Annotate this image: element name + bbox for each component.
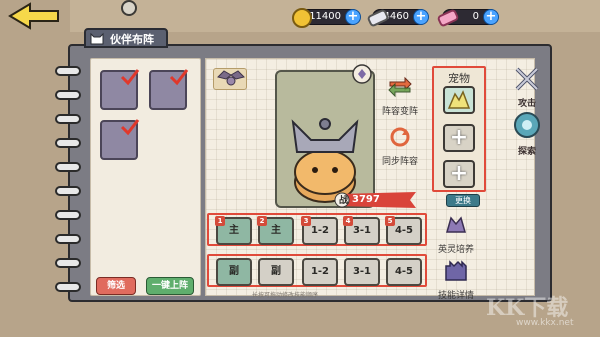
slot-label: 1-2 xyxy=(310,266,330,277)
binder-ring xyxy=(55,258,81,268)
castle-icon xyxy=(445,260,467,281)
add-gold-button[interactable]: + xyxy=(345,9,361,25)
slot-label: 主 xyxy=(229,225,239,236)
auto-deploy-button[interactable]: 一键上阵 xyxy=(146,277,194,295)
sub-slot-5[interactable]: 4-5 xyxy=(386,258,422,286)
decor-icon xyxy=(121,0,137,16)
check-icon xyxy=(120,69,140,86)
tab-explore[interactable]: 探索 xyxy=(508,110,546,157)
check-icon xyxy=(169,69,189,86)
slot-label: 4-5 xyxy=(394,266,414,277)
filter-button[interactable]: 筛选 xyxy=(96,277,136,295)
crossed-swords-icon xyxy=(515,67,539,91)
slot-label: 副 xyxy=(229,266,239,277)
formation-change-label: 阵容变阵 xyxy=(381,107,418,117)
roster-card[interactable] xyxy=(149,69,189,110)
sync-formation-label: 同步阵容 xyxy=(381,157,418,167)
formation-change-action[interactable]: 阵容变阵 xyxy=(380,76,420,117)
main-slot-1[interactable]: 1 主 xyxy=(215,216,252,245)
add-ticket-button[interactable]: + xyxy=(413,9,429,25)
roster-card[interactable] xyxy=(100,119,140,160)
add-pet-icon: + xyxy=(449,125,469,150)
slot-number: 1 xyxy=(215,216,225,226)
slot-label: 3-1 xyxy=(352,266,372,277)
slot-number: 5 xyxy=(385,216,395,226)
ticket-icon xyxy=(367,9,389,27)
slot-number: 3 xyxy=(301,216,311,226)
cat-helmet-character xyxy=(291,118,359,203)
slot-label: 1-2 xyxy=(310,225,330,236)
pet-title: 宠物 xyxy=(448,72,470,85)
slot-label: 主 xyxy=(271,225,281,236)
check-icon xyxy=(120,119,140,136)
shuffle-icon xyxy=(388,76,412,98)
gold-currency: 11400 + xyxy=(292,8,361,28)
main-slot-4[interactable]: 4 3-1 xyxy=(343,216,380,245)
main-slot-5[interactable]: 5 4-5 xyxy=(385,216,422,245)
skill-detail-label: 技能详情 xyxy=(437,291,474,301)
slot-number: 4 xyxy=(343,216,353,226)
roster-card[interactable] xyxy=(100,69,140,110)
pet-slot-filled[interactable] xyxy=(443,86,475,114)
ticket-currency: 34460 + xyxy=(367,9,429,27)
back-arrow-icon[interactable] xyxy=(4,0,66,32)
sub-slot-1[interactable]: 副 xyxy=(216,258,252,286)
faction-emblem xyxy=(213,68,247,90)
wings-icon xyxy=(217,70,245,86)
watermark-url: www.kkx.net xyxy=(516,318,574,328)
power-label: 战 xyxy=(339,196,349,206)
binder-ring xyxy=(55,210,81,220)
switch-character-icon[interactable] xyxy=(352,64,372,84)
character-card[interactable] xyxy=(275,70,375,208)
power-value: 3797 xyxy=(352,194,380,205)
hero-icon xyxy=(446,216,466,233)
pet-slot-empty[interactable]: + xyxy=(443,160,475,188)
binder-ring xyxy=(55,282,81,292)
slot-label: 副 xyxy=(271,266,281,277)
hero-cultivate-action[interactable]: 英灵培养 xyxy=(436,214,476,255)
binder-ring xyxy=(55,234,81,244)
binder-ring xyxy=(55,162,81,172)
slot-number: 2 xyxy=(257,216,267,226)
slot-label: 4-5 xyxy=(394,225,414,236)
binder-ring xyxy=(55,114,81,124)
explore-orb-icon xyxy=(514,112,540,138)
pink-ticket-currency: 0 + xyxy=(437,9,499,27)
sync-icon xyxy=(390,127,410,147)
tab-attack-label: 攻击 xyxy=(517,99,536,109)
hero-cultivate-label: 英灵培养 xyxy=(437,245,474,255)
tab-explore-label: 探索 xyxy=(517,147,536,157)
pink-ticket-value: 0 xyxy=(472,11,479,22)
sub-slot-3[interactable]: 1-2 xyxy=(302,258,338,286)
add-pink-ticket-button[interactable]: + xyxy=(483,9,499,25)
sync-formation-action[interactable]: 同步阵容 xyxy=(380,126,420,167)
binder-ring xyxy=(55,90,81,100)
add-pet-icon: + xyxy=(449,161,469,186)
gold-coin-icon xyxy=(292,8,312,28)
main-slot-2[interactable]: 2 主 xyxy=(257,216,294,245)
tab-attack[interactable]: 攻击 xyxy=(508,64,546,109)
main-slot-3[interactable]: 3 1-2 xyxy=(301,216,338,245)
binder-ring xyxy=(55,138,81,148)
pet-slot-empty[interactable]: + xyxy=(443,124,475,152)
sub-slot-4[interactable]: 3-1 xyxy=(344,258,380,286)
pink-ticket-icon xyxy=(437,9,459,27)
cat-icon xyxy=(90,32,104,45)
binder-ring xyxy=(55,186,81,196)
drag-hint: 长按可拖动修改技能顺序 xyxy=(252,292,319,299)
slot-label: 3-1 xyxy=(352,225,372,236)
panel-title-tab: 伙伴布阵 xyxy=(84,28,168,48)
pet-creature-icon xyxy=(447,90,471,109)
skill-detail-action[interactable]: 技能详情 xyxy=(436,258,476,301)
binder-ring xyxy=(55,66,81,76)
gold-value: 11400 xyxy=(309,11,341,22)
panel-title: 伙伴布阵 xyxy=(110,33,154,46)
replace-pet-button[interactable]: 更换 xyxy=(446,194,480,207)
sub-slot-2[interactable]: 副 xyxy=(258,258,294,286)
